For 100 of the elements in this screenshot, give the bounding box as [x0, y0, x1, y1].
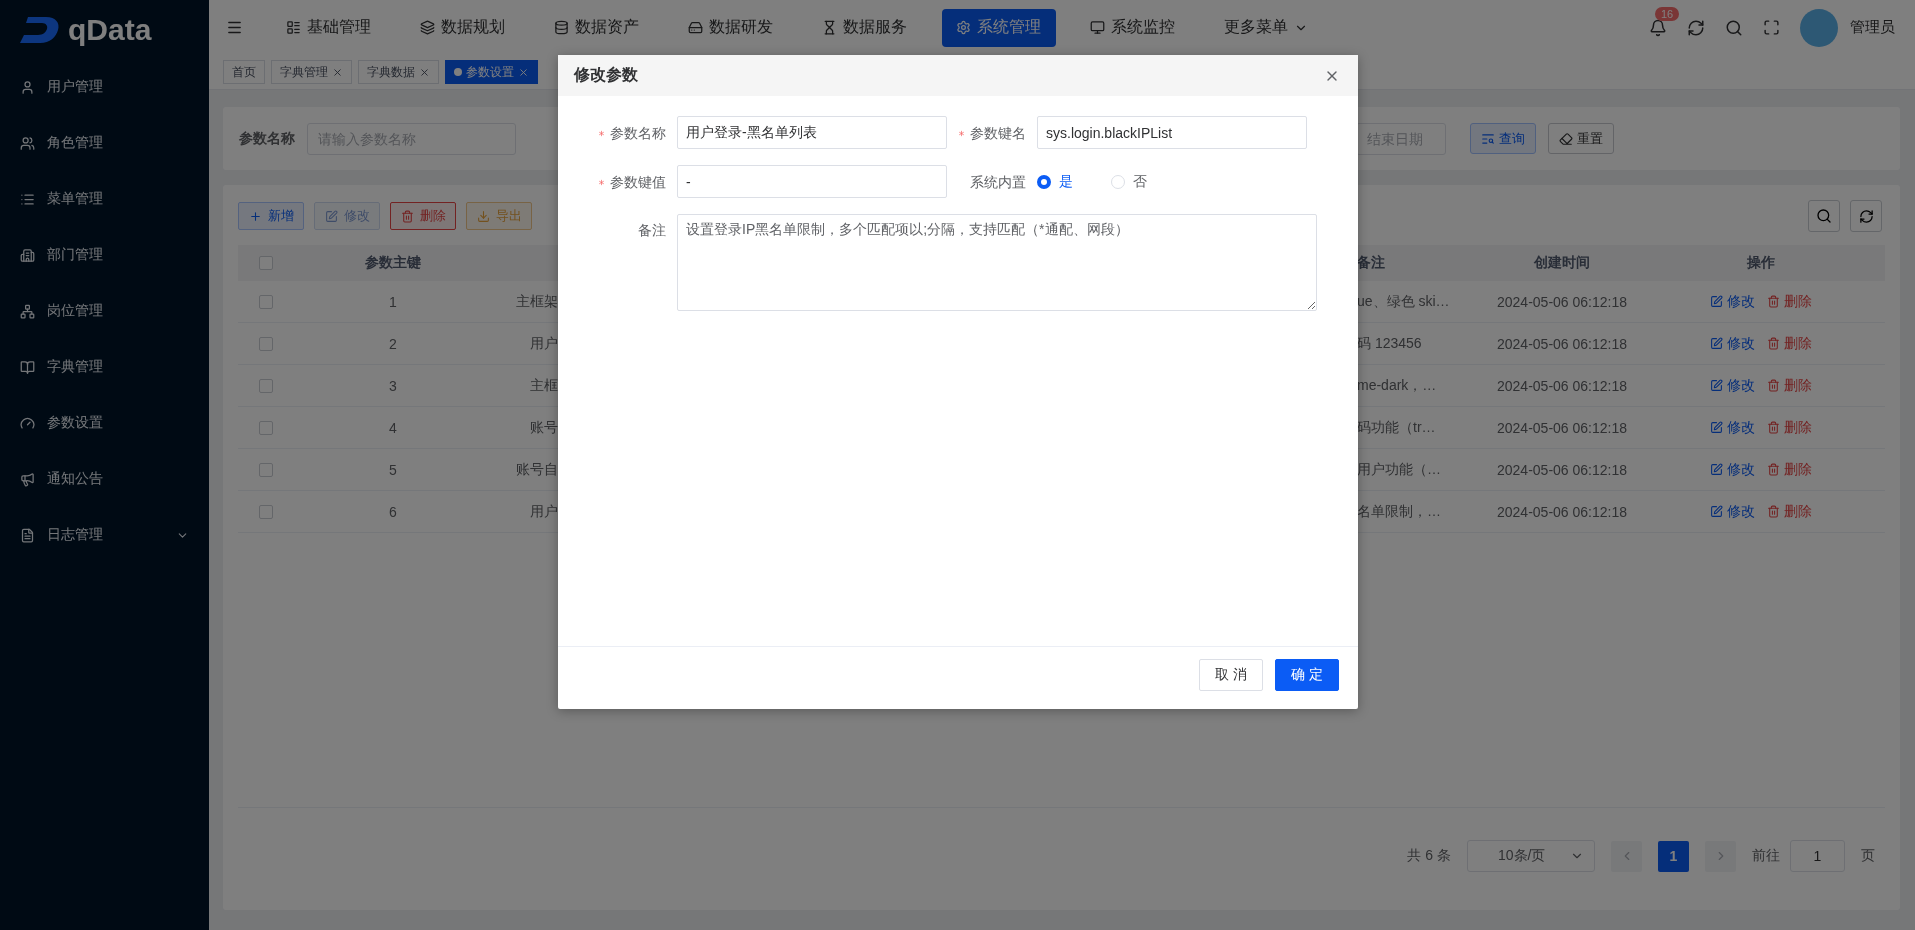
table-cell: 2024-05-06 06:12:18 — [1497, 503, 1627, 520]
page-tab[interactable]: 参数设置 — [445, 60, 538, 84]
sidebar-item[interactable]: 角色管理 — [0, 115, 209, 171]
bell-icon[interactable] — [1649, 18, 1667, 37]
radio-option[interactable]: 是 — [1037, 172, 1073, 191]
refresh-icon — [1858, 208, 1874, 224]
sidebar-item[interactable]: 用户管理 — [0, 59, 209, 115]
query-button[interactable]: 查询 — [1470, 123, 1536, 154]
column-header: 备注 — [1357, 245, 1487, 281]
table-cell: 3 — [389, 377, 397, 394]
nav-tab[interactable]: 系统管理 — [942, 8, 1056, 47]
search-icon[interactable] — [1725, 18, 1743, 37]
edit-link[interactable]: 修改 — [1710, 460, 1755, 479]
nav-tab[interactable]: 系统监控 — [1076, 8, 1190, 47]
table-cell: 用户功能（… — [1357, 460, 1441, 479]
checkbox[interactable] — [259, 378, 273, 393]
sidebar-item[interactable]: 岗位管理 — [0, 283, 209, 339]
cancel-button[interactable]: 取 消 — [1199, 658, 1263, 691]
table-cell: 用户 — [530, 334, 558, 353]
delete-link[interactable]: 删除 — [1767, 502, 1812, 521]
checkbox[interactable] — [259, 462, 273, 477]
table-cell: 2024-05-06 06:12:18 — [1497, 377, 1627, 394]
nav-tab[interactable]: 数据规划 — [406, 8, 520, 47]
document-icon — [20, 527, 35, 543]
sidebar-label: 部门管理 — [47, 246, 104, 264]
checkbox[interactable] — [259, 336, 273, 351]
table-cell: 2024-05-06 06:12:18 — [1497, 419, 1627, 436]
refresh-icon[interactable] — [1687, 18, 1705, 37]
more-menu[interactable]: 更多菜单 — [1210, 8, 1324, 47]
avatar[interactable] — [1800, 8, 1838, 47]
close-icon[interactable] — [518, 66, 529, 78]
sidebar-item[interactable]: 日志管理 — [0, 507, 209, 563]
delete-link[interactable]: 删除 — [1767, 376, 1812, 395]
page-button[interactable]: 1 — [1658, 840, 1689, 872]
confirm-button[interactable]: 确 定 — [1275, 658, 1339, 691]
checkbox[interactable] — [259, 256, 273, 270]
user-name[interactable]: 管理员 — [1850, 18, 1895, 37]
nav-tab[interactable]: 数据研发 — [674, 8, 788, 47]
download-icon — [476, 209, 490, 223]
sidebar-item[interactable]: 部门管理 — [0, 227, 209, 283]
edit-icon — [1710, 505, 1723, 518]
form-label: 参数键名 — [947, 116, 1037, 149]
page-tab[interactable]: 字典管理 — [271, 60, 352, 84]
edit-link[interactable]: 修改 — [1710, 418, 1755, 437]
nav-tab[interactable]: 基础管理 — [272, 8, 386, 47]
page-tab[interactable]: 字典数据 — [358, 60, 439, 84]
page-tab[interactable]: 首页 — [223, 60, 265, 84]
radio-circle[interactable] — [1037, 174, 1051, 189]
edit-link[interactable]: 修改 — [1710, 502, 1755, 521]
tab-label: 首页 — [232, 63, 256, 81]
edit-link[interactable]: 修改 — [1710, 334, 1755, 353]
user-icon — [20, 79, 35, 95]
delete-link[interactable]: 删除 — [1767, 334, 1812, 353]
search-icon — [1816, 208, 1832, 224]
edit-link[interactable]: 修改 — [1710, 292, 1755, 311]
close-icon[interactable] — [419, 66, 430, 78]
checkbox[interactable] — [259, 504, 273, 519]
table-header-cell — [492, 245, 558, 281]
form-label: 备注 — [637, 221, 667, 240]
notification-badge: 16 — [1655, 6, 1680, 21]
text-field[interactable]: sys.login.blackIPList — [1037, 116, 1307, 149]
sidebar-item[interactable]: 参数设置 — [0, 395, 209, 451]
required-icon — [597, 129, 606, 139]
column-header: 参数主键 — [294, 245, 492, 281]
nav-tab[interactable]: 数据资产 — [540, 8, 654, 47]
text-field[interactable]: 用户登录-黑名单列表 — [677, 116, 947, 149]
delete-link[interactable]: 删除 — [1767, 460, 1812, 479]
form-label: 系统内置 — [969, 172, 1027, 192]
checkbox[interactable] — [259, 294, 273, 309]
sidebar-item[interactable]: 字典管理 — [0, 339, 209, 395]
table-cell: ue、绿色 ski… — [1357, 292, 1450, 311]
logo-text: qData — [68, 12, 152, 47]
database-icon — [554, 20, 569, 35]
text-field[interactable]: - — [677, 165, 947, 198]
toolbar-button[interactable]: 新增 — [238, 202, 304, 230]
total-count: 共 6 条 — [1407, 847, 1451, 865]
delete-link[interactable]: 删除 — [1767, 418, 1812, 437]
page-input[interactable]: 1 — [1790, 840, 1845, 872]
refresh-button[interactable] — [1850, 200, 1882, 232]
table-cell: 2024-05-06 06:12:18 — [1497, 461, 1627, 478]
page-size-select[interactable]: 10条/页 — [1467, 840, 1595, 872]
remark-field[interactable]: 设置登录IP黑名单限制，多个匹配项以;分隔，支持匹配（*通配、网段） — [677, 214, 1317, 311]
search-button[interactable] — [1808, 200, 1840, 232]
close-icon[interactable] — [332, 66, 343, 78]
radio-option[interactable]: 否 — [1111, 172, 1147, 191]
toolbar-button[interactable]: 删除 — [390, 202, 456, 230]
nav-tab[interactable]: 数据服务 — [808, 8, 922, 47]
table-cell: 5 — [389, 461, 397, 478]
delete-link[interactable]: 删除 — [1767, 292, 1812, 311]
menu-icon[interactable] — [226, 19, 243, 36]
sidebar-item[interactable]: 菜单管理 — [0, 171, 209, 227]
network-icon — [20, 303, 35, 319]
sidebar-item[interactable]: 通知公告 — [0, 451, 209, 507]
gauge-icon — [20, 415, 35, 431]
reset-button[interactable]: 重置 — [1548, 123, 1614, 154]
fullscreen-icon[interactable] — [1763, 19, 1780, 36]
sidebar-label: 字典管理 — [47, 358, 104, 376]
edit-link[interactable]: 修改 — [1710, 376, 1755, 395]
checkbox[interactable] — [259, 420, 273, 435]
book-icon — [20, 359, 35, 375]
